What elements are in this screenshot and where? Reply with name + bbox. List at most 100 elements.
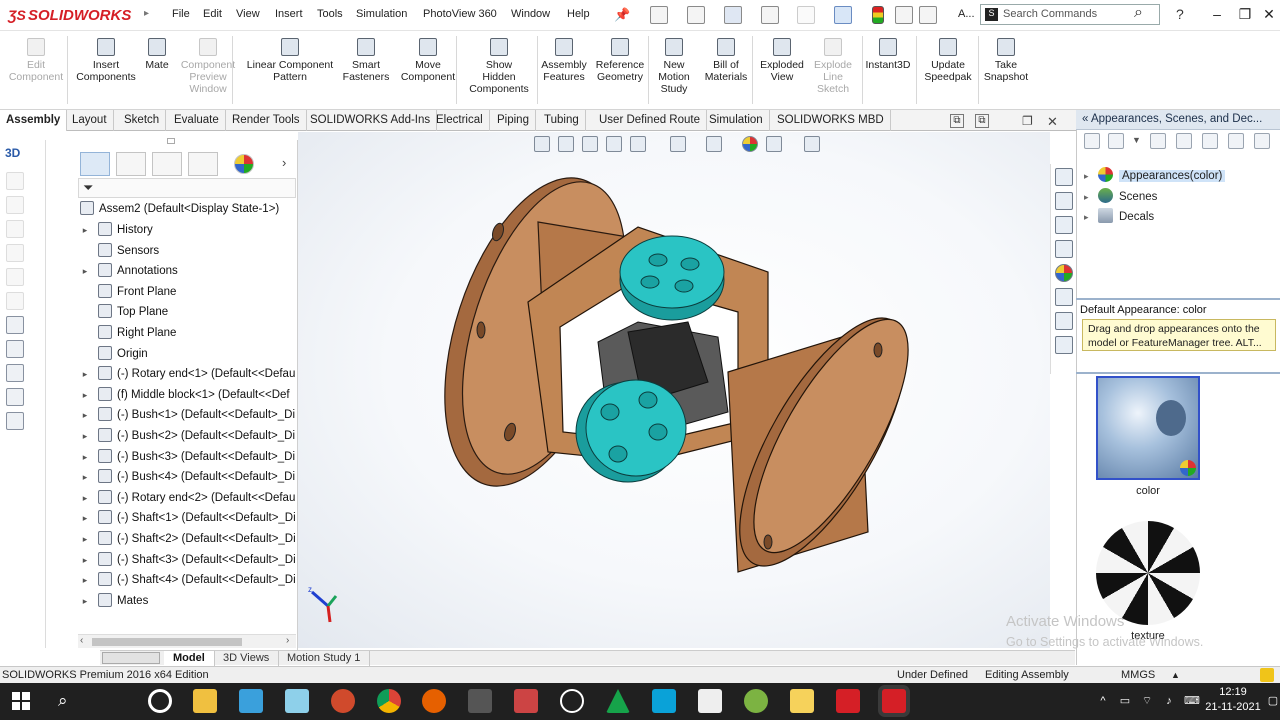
chrome-taskbar-icon[interactable] bbox=[377, 689, 401, 713]
tab-evaluate[interactable]: Evaluate bbox=[168, 110, 226, 131]
fm-scroll-thumb[interactable] bbox=[92, 638, 242, 646]
back-icon[interactable] bbox=[1084, 133, 1100, 149]
ribbon-button-8[interactable]: Assembly Features bbox=[536, 38, 592, 83]
edrawings-taskbar-icon[interactable] bbox=[744, 689, 768, 713]
tree-item[interactable]: ▸ (-) Rotary end<2> (Default<<Defau bbox=[78, 488, 298, 508]
display-style-icon[interactable] bbox=[706, 136, 722, 152]
ribbon-button-14[interactable]: Instant3D bbox=[861, 38, 915, 71]
search-icon[interactable]: ⌕ bbox=[1134, 4, 1143, 22]
expand-arrow-icon[interactable]: ▸ bbox=[1084, 187, 1096, 207]
view-orientation-icon[interactable] bbox=[670, 136, 686, 152]
tab-assembly[interactable]: Assembly bbox=[0, 110, 68, 131]
tree-item[interactable]: ▸ (f) Middle block<1> (Default<<Def bbox=[78, 385, 298, 405]
tray-expand-icon[interactable]: ^ bbox=[1096, 694, 1110, 708]
ribbon-button-1[interactable]: Insert Components bbox=[71, 38, 141, 83]
tab-render-tools[interactable]: Render Tools bbox=[226, 110, 307, 131]
add-folder-icon[interactable] bbox=[1202, 133, 1218, 149]
add-library-icon[interactable] bbox=[1176, 133, 1192, 149]
app-4-taskbar-icon[interactable] bbox=[331, 689, 355, 713]
history-dropdown-icon[interactable]: ▼ bbox=[1132, 135, 1141, 145]
tab-tubing[interactable]: Tubing bbox=[538, 110, 586, 131]
refresh-icon[interactable] bbox=[1228, 133, 1244, 149]
ribbon-button-16[interactable]: Take Snapshot bbox=[978, 38, 1034, 83]
expand-arrow-icon[interactable]: ▸ bbox=[78, 467, 92, 487]
display-manager-tab-icon[interactable] bbox=[234, 154, 254, 174]
scroll-left-icon[interactable]: ‹ bbox=[80, 635, 83, 646]
open-folder-icon[interactable] bbox=[687, 6, 705, 24]
app-11-taskbar-icon[interactable] bbox=[652, 689, 676, 713]
ribbon-button-12[interactable]: Exploded View bbox=[754, 38, 810, 83]
ribbon-button-3[interactable]: Component Preview Window bbox=[176, 38, 240, 95]
close-button[interactable]: ✕ bbox=[1256, 4, 1280, 24]
3d-view-icon[interactable]: 3D bbox=[5, 146, 25, 164]
home-icon[interactable] bbox=[1055, 168, 1073, 186]
strip-tool-10-icon[interactable] bbox=[6, 388, 24, 406]
tree-item[interactable]: ▸ (-) Shaft<3> (Default<<Default>_Di bbox=[78, 550, 298, 570]
ribbon-button-10[interactable]: New Motion Study bbox=[651, 38, 697, 95]
print-icon[interactable] bbox=[761, 6, 779, 24]
bush-top[interactable] bbox=[619, 235, 725, 321]
bottom-tab-motion-study-1[interactable]: Motion Study 1 bbox=[278, 651, 371, 666]
tree-item[interactable]: ▸ (-) Bush<2> (Default<<Default>_Di bbox=[78, 426, 298, 446]
expand-arrow-icon[interactable]: ▸ bbox=[78, 405, 92, 425]
rebuild-traffic-light-icon[interactable] bbox=[872, 6, 884, 24]
save-icon[interactable] bbox=[724, 6, 742, 24]
appearance-swatch-color[interactable] bbox=[1096, 376, 1200, 480]
ribbon-button-6[interactable]: Move Component bbox=[398, 38, 458, 83]
tree-item[interactable]: ▸ Annotations bbox=[78, 261, 298, 281]
viewport-close-icon[interactable]: ✕ bbox=[1047, 114, 1058, 130]
expand-arrow-icon[interactable]: ▸ bbox=[78, 508, 92, 528]
tree-item[interactable]: ▸ (-) Shaft<1> (Default<<Default>_Di bbox=[78, 508, 298, 528]
menu-help[interactable]: Help bbox=[567, 8, 590, 20]
dynamic-annotation-icon[interactable] bbox=[630, 136, 646, 152]
tree-item[interactable]: Front Plane bbox=[78, 282, 298, 302]
ribbon-button-4[interactable]: Linear Component Pattern bbox=[242, 38, 338, 83]
expand-arrow-icon[interactable]: ▸ bbox=[78, 220, 92, 240]
overflow-menu[interactable]: A... bbox=[958, 8, 975, 20]
strip-tool-3-icon[interactable] bbox=[6, 220, 24, 238]
view-settings-icon[interactable] bbox=[804, 136, 820, 152]
ribbon-button-9[interactable]: Reference Geometry bbox=[590, 38, 650, 83]
options-gear-icon[interactable] bbox=[919, 6, 937, 24]
strip-tool-8-icon[interactable] bbox=[6, 340, 24, 358]
previous-view-icon[interactable] bbox=[582, 136, 598, 152]
strip-tool-2-icon[interactable] bbox=[6, 196, 24, 214]
task-pane-collapse-icon[interactable]: « bbox=[1082, 113, 1088, 125]
featuremanager-tab-icon[interactable] bbox=[80, 152, 110, 176]
menu-insert[interactable]: Insert bbox=[275, 8, 303, 20]
dimxpert-tab-icon[interactable] bbox=[188, 152, 218, 176]
edit-appearance-icon[interactable] bbox=[742, 136, 758, 152]
apply-scene-icon[interactable] bbox=[766, 136, 782, 152]
pane-separator-2[interactable] bbox=[1076, 372, 1280, 374]
tree-item[interactable]: ▸ (-) Shaft<2> (Default<<Default>_Di bbox=[78, 529, 298, 549]
camera-taskbar-icon[interactable] bbox=[698, 689, 722, 713]
expand-arrow-icon[interactable]: ▸ bbox=[78, 261, 92, 281]
settings-taskbar-icon[interactable] bbox=[560, 689, 584, 713]
expand-arrow-icon[interactable]: ▸ bbox=[78, 488, 92, 508]
bottom-tab-model[interactable]: Model bbox=[164, 651, 215, 666]
strip-tool-4-icon[interactable] bbox=[6, 244, 24, 262]
assembly-model[interactable] bbox=[298, 132, 1050, 648]
tree-item[interactable]: ▸ History bbox=[78, 220, 298, 240]
tab-sketch[interactable]: Sketch bbox=[118, 110, 167, 131]
expand-arrow-icon[interactable]: ▸ bbox=[78, 570, 92, 590]
tab-piping[interactable]: Piping bbox=[491, 110, 536, 131]
minimize-button[interactable]: – bbox=[1204, 4, 1230, 24]
ribbon-button-13[interactable]: Explode Line Sketch bbox=[807, 38, 859, 95]
undo-icon[interactable] bbox=[797, 6, 815, 24]
search-commands-input[interactable]: S Search Commands bbox=[980, 4, 1160, 25]
units-selector[interactable]: MMGS bbox=[1121, 667, 1155, 683]
notifications-icon[interactable]: ▢ bbox=[1266, 694, 1280, 708]
calculator-taskbar-icon[interactable] bbox=[468, 689, 492, 713]
tree-item[interactable]: Top Plane bbox=[78, 302, 298, 322]
fm-splitter-handle[interactable] bbox=[167, 138, 175, 144]
windows-start-icon[interactable] bbox=[12, 692, 30, 710]
volume-icon[interactable]: ♪ bbox=[1162, 694, 1176, 708]
tree-item[interactable]: ▸ (-) Bush<4> (Default<<Default>_Di bbox=[78, 467, 298, 487]
view-palette-icon[interactable] bbox=[1055, 240, 1073, 258]
tab-solidworks-mbd[interactable]: SOLIDWORKS MBD bbox=[771, 110, 891, 131]
recovery-icon[interactable] bbox=[1055, 336, 1073, 354]
tree-item[interactable]: ▸ Mates bbox=[78, 591, 298, 611]
menu-tools[interactable]: Tools bbox=[317, 8, 343, 20]
propertymanager-tab-icon[interactable] bbox=[116, 152, 146, 176]
